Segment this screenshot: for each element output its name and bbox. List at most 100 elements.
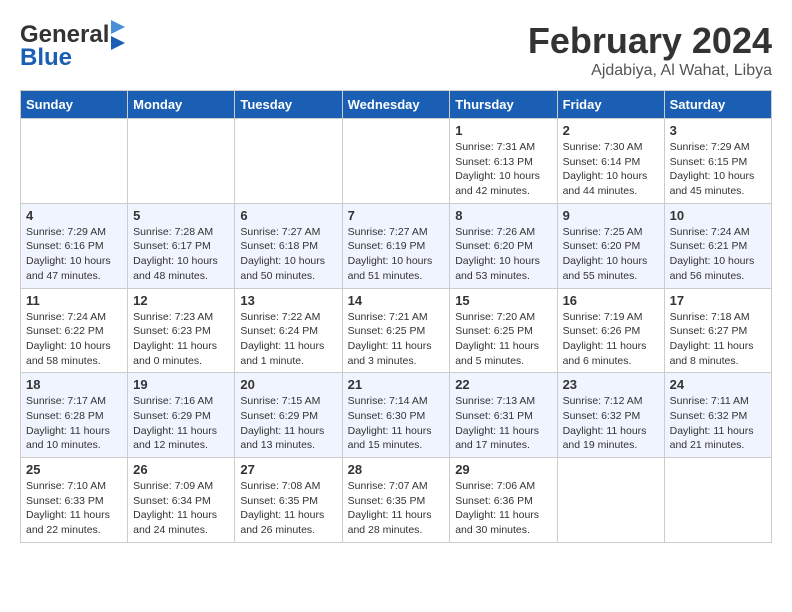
calendar-cell: 6 Sunrise: 7:27 AMSunset: 6:18 PMDaylight… [235,203,342,288]
day-info: Sunrise: 7:29 AMSunset: 6:15 PMDaylight:… [670,140,766,199]
day-number: 11 [26,293,122,308]
day-number: 3 [670,123,766,138]
day-info: Sunrise: 7:16 AMSunset: 6:29 PMDaylight:… [133,394,229,453]
weekday-header-sunday: Sunday [21,91,128,119]
calendar-cell: 26 Sunrise: 7:09 AMSunset: 6:34 PMDayligh… [128,458,235,543]
day-number: 20 [240,377,336,392]
day-number: 17 [670,293,766,308]
calendar-cell [21,119,128,204]
day-number: 18 [26,377,122,392]
week-row-2: 4Sunrise: 7:29 AMSunset: 6:16 PMDaylight… [21,203,772,288]
day-info: Sunrise: 7:30 AMSunset: 6:14 PMDaylight:… [563,140,659,199]
day-info: Sunrise: 7:31 AMSunset: 6:13 PMDaylight:… [455,140,551,199]
day-number: 9 [563,208,659,223]
day-number: 8 [455,208,551,223]
day-info: Sunrise: 7:19 AMSunset: 6:26 PMDaylight:… [563,310,659,369]
day-info: Sunrise: 7:11 AMSunset: 6:32 PMDaylight:… [670,394,766,453]
calendar-cell: 29Sunrise: 7:06 AMSunset: 6:36 PMDayligh… [450,458,557,543]
page-header: General Blue February 2024 Ajdabiya, Al … [20,20,772,80]
calendar-cell: 16 Sunrise: 7:19 AMSunset: 6:26 PMDayligh… [557,288,664,373]
day-info: Sunrise: 7:15 AMSunset: 6:29 PMDaylight:… [240,394,336,453]
weekday-header-row: SundayMondayTuesdayWednesdayThursdayFrid… [21,91,772,119]
weekday-header-tuesday: Tuesday [235,91,342,119]
month-title: February 2024 [528,20,772,62]
day-number: 15 [455,293,551,308]
day-number: 23 [563,377,659,392]
calendar-cell: 9 Sunrise: 7:25 AMSunset: 6:20 PMDaylight… [557,203,664,288]
calendar-cell: 18 Sunrise: 7:17 AMSunset: 6:28 PMDayligh… [21,373,128,458]
day-info: Sunrise: 7:27 AMSunset: 6:18 PMDaylight:… [240,225,336,284]
calendar-cell: 28 Sunrise: 7:07 AMSunset: 6:35 PMDayligh… [342,458,450,543]
day-info: Sunrise: 7:08 AMSunset: 6:35 PMDaylight:… [240,479,336,538]
calendar-cell: 3 Sunrise: 7:29 AMSunset: 6:15 PMDaylight… [664,119,771,204]
day-number: 5 [133,208,229,223]
calendar-cell: 19 Sunrise: 7:16 AMSunset: 6:29 PMDayligh… [128,373,235,458]
calendar-cell: 22Sunrise: 7:13 AMSunset: 6:31 PMDayligh… [450,373,557,458]
week-row-1: 1 Sunrise: 7:31 AMSunset: 6:13 PMDaylight… [21,119,772,204]
calendar-cell: 14 Sunrise: 7:21 AMSunset: 6:25 PMDayligh… [342,288,450,373]
day-info: Sunrise: 7:21 AMSunset: 6:25 PMDaylight:… [348,310,445,369]
day-number: 28 [348,462,445,477]
day-number: 6 [240,208,336,223]
day-number: 21 [348,377,445,392]
day-info: Sunrise: 7:20 AMSunset: 6:25 PMDaylight:… [455,310,551,369]
location-title: Ajdabiya, Al Wahat, Libya [528,62,772,80]
calendar-cell [235,119,342,204]
day-number: 1 [455,123,551,138]
day-info: Sunrise: 7:28 AMSunset: 6:17 PMDaylight:… [133,225,229,284]
day-info: Sunrise: 7:25 AMSunset: 6:20 PMDaylight:… [563,225,659,284]
calendar-cell: 7Sunrise: 7:27 AMSunset: 6:19 PMDaylight… [342,203,450,288]
weekday-header-saturday: Saturday [664,91,771,119]
calendar-cell: 13 Sunrise: 7:22 AMSunset: 6:24 PMDayligh… [235,288,342,373]
day-number: 13 [240,293,336,308]
calendar-cell: 11 Sunrise: 7:24 AMSunset: 6:22 PMDayligh… [21,288,128,373]
calendar-cell: 27 Sunrise: 7:08 AMSunset: 6:35 PMDayligh… [235,458,342,543]
calendar-cell: 4Sunrise: 7:29 AMSunset: 6:16 PMDaylight… [21,203,128,288]
calendar-cell [664,458,771,543]
day-info: Sunrise: 7:17 AMSunset: 6:28 PMDaylight:… [26,394,122,453]
week-row-3: 11 Sunrise: 7:24 AMSunset: 6:22 PMDayligh… [21,288,772,373]
logo: General Blue [20,20,125,72]
day-info: Sunrise: 7:10 AMSunset: 6:33 PMDaylight:… [26,479,122,538]
calendar-cell: 1 Sunrise: 7:31 AMSunset: 6:13 PMDaylight… [450,119,557,204]
calendar-cell: 10 Sunrise: 7:24 AMSunset: 6:21 PMDayligh… [664,203,771,288]
day-number: 19 [133,377,229,392]
day-number: 27 [240,462,336,477]
day-number: 29 [455,462,551,477]
weekday-header-thursday: Thursday [450,91,557,119]
day-info: Sunrise: 7:18 AMSunset: 6:27 PMDaylight:… [670,310,766,369]
weekday-header-wednesday: Wednesday [342,91,450,119]
day-info: Sunrise: 7:22 AMSunset: 6:24 PMDaylight:… [240,310,336,369]
calendar-cell: 20 Sunrise: 7:15 AMSunset: 6:29 PMDayligh… [235,373,342,458]
day-number: 25 [26,462,122,477]
day-number: 26 [133,462,229,477]
calendar-cell: 17 Sunrise: 7:18 AMSunset: 6:27 PMDayligh… [664,288,771,373]
calendar-cell [557,458,664,543]
day-info: Sunrise: 7:23 AMSunset: 6:23 PMDaylight:… [133,310,229,369]
week-row-5: 25 Sunrise: 7:10 AMSunset: 6:33 PMDayligh… [21,458,772,543]
calendar-cell: 25 Sunrise: 7:10 AMSunset: 6:33 PMDayligh… [21,458,128,543]
day-info: Sunrise: 7:12 AMSunset: 6:32 PMDaylight:… [563,394,659,453]
calendar-cell: 2Sunrise: 7:30 AMSunset: 6:14 PMDaylight… [557,119,664,204]
day-number: 4 [26,208,122,223]
calendar-cell: 21Sunrise: 7:14 AMSunset: 6:30 PMDayligh… [342,373,450,458]
calendar-cell: 5 Sunrise: 7:28 AMSunset: 6:17 PMDaylight… [128,203,235,288]
day-number: 10 [670,208,766,223]
day-number: 7 [348,208,445,223]
day-info: Sunrise: 7:13 AMSunset: 6:31 PMDaylight:… [455,394,551,453]
calendar-table: SundayMondayTuesdayWednesdayThursdayFrid… [20,90,772,543]
day-number: 24 [670,377,766,392]
day-number: 12 [133,293,229,308]
weekday-header-monday: Monday [128,91,235,119]
day-info: Sunrise: 7:24 AMSunset: 6:22 PMDaylight:… [26,310,122,369]
day-number: 14 [348,293,445,308]
day-number: 16 [563,293,659,308]
day-info: Sunrise: 7:07 AMSunset: 6:35 PMDaylight:… [348,479,445,538]
week-row-4: 18 Sunrise: 7:17 AMSunset: 6:28 PMDayligh… [21,373,772,458]
calendar-cell: 24 Sunrise: 7:11 AMSunset: 6:32 PMDayligh… [664,373,771,458]
day-info: Sunrise: 7:09 AMSunset: 6:34 PMDaylight:… [133,479,229,538]
day-info: Sunrise: 7:24 AMSunset: 6:21 PMDaylight:… [670,225,766,284]
day-info: Sunrise: 7:26 AMSunset: 6:20 PMDaylight:… [455,225,551,284]
weekday-header-friday: Friday [557,91,664,119]
calendar-cell: 8 Sunrise: 7:26 AMSunset: 6:20 PMDaylight… [450,203,557,288]
